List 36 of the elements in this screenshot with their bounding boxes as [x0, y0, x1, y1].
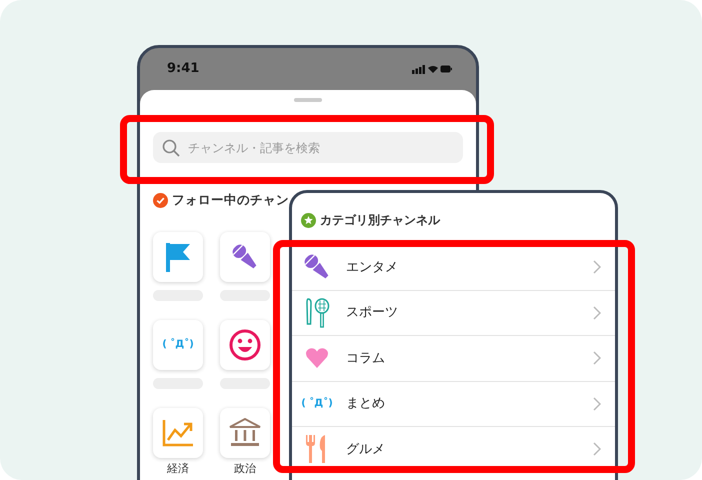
channel-tile[interactable] [220, 408, 270, 458]
section-title: フォロー中のチャン [172, 191, 289, 209]
chevron-icon [593, 396, 601, 411]
status-time: 9:41 [167, 60, 200, 78]
channel-tile[interactable] [153, 232, 203, 282]
search-placeholder: チャンネル・記事を検索 [188, 140, 320, 156]
sports-icon [304, 298, 330, 328]
face-emoticon: ( ˚Д˚) [162, 337, 194, 352]
channel-tile[interactable] [220, 320, 270, 370]
category-label: スポーツ [346, 304, 399, 322]
category-label: エンタメ [346, 258, 399, 276]
category-row[interactable]: ( ˚Д˚) まとめ [292, 380, 615, 426]
channel-tile[interactable] [220, 232, 270, 282]
section-title: カテゴリ別チャンネル [320, 212, 440, 229]
channel-label: 政治 [234, 462, 256, 475]
heart-icon [305, 347, 329, 370]
flag-icon [164, 240, 192, 273]
chevron-icon [593, 306, 601, 320]
check-icon [153, 192, 168, 208]
channel-tile[interactable] [153, 408, 203, 458]
channel-label: 経済 [167, 462, 189, 475]
chart-icon [162, 418, 194, 447]
category-row[interactable]: コラム [292, 335, 615, 380]
search-icon [162, 138, 180, 156]
smiley-icon [229, 328, 261, 361]
status-icons [412, 64, 452, 74]
chevron-icon [593, 260, 601, 274]
face-emoticon: ( ˚Д˚) [301, 396, 333, 412]
category-row[interactable]: スポーツ [292, 290, 615, 335]
building-icon [229, 418, 261, 448]
chevron-icon [593, 442, 601, 456]
drag-handle[interactable] [294, 98, 322, 102]
category-label: まとめ [346, 395, 386, 413]
category-label: グルメ [346, 440, 386, 458]
chevron-icon [593, 351, 601, 366]
category-label: コラム [346, 350, 386, 368]
